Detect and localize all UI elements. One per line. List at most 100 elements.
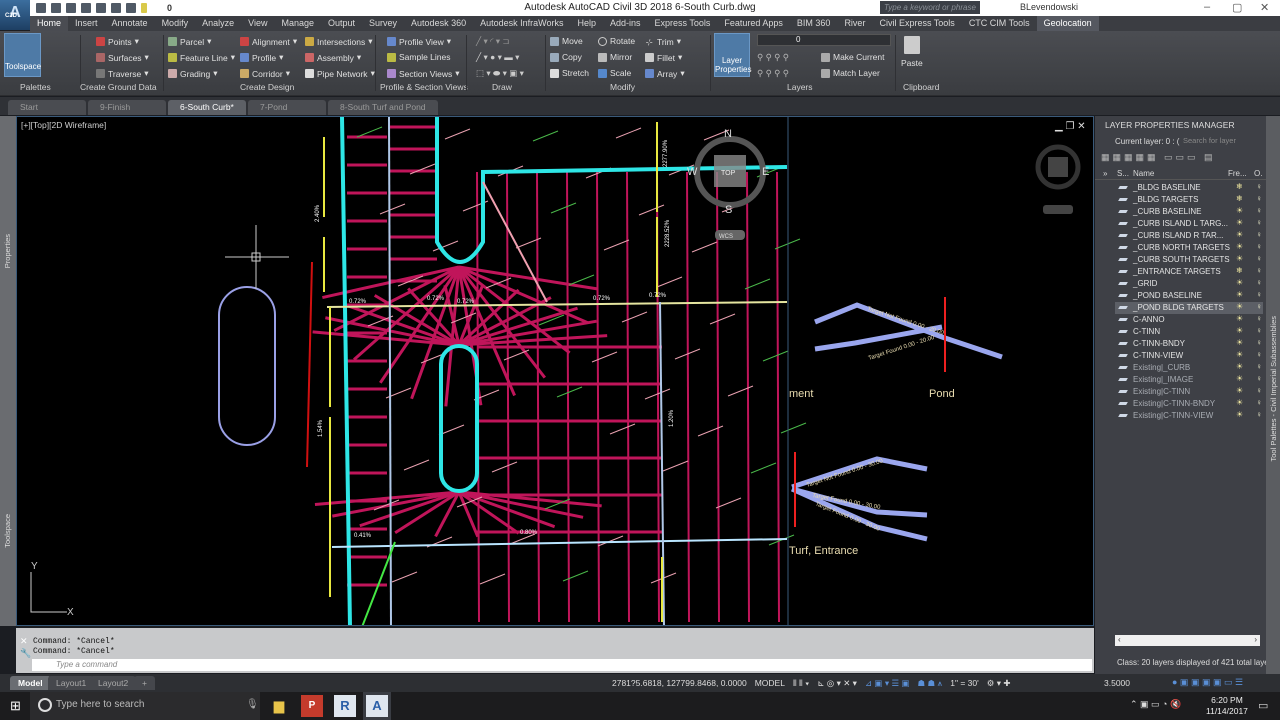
command-input[interactable]: Type a command	[32, 659, 1092, 671]
thaw-sun-icon[interactable]: ☀	[1236, 362, 1243, 371]
print-icon[interactable]	[81, 3, 91, 13]
ground-panel-label[interactable]: Create Ground Data	[80, 82, 157, 92]
lightbulb-icon[interactable]: ♀	[1256, 410, 1262, 419]
lightbulb-icon[interactable]: ♀	[1256, 254, 1262, 263]
freeze-icon[interactable]: ❄	[1236, 266, 1243, 275]
ribbon-tab-home[interactable]: Home	[30, 16, 69, 31]
thaw-sun-icon[interactable]: ☀	[1236, 398, 1243, 407]
profile-button[interactable]: Profile ▾	[240, 52, 283, 63]
lightbulb-icon[interactable]: ♀	[1256, 242, 1262, 251]
lightbulb-icon[interactable]: ♀	[1256, 230, 1262, 239]
layers-panel-label[interactable]: Layers	[787, 82, 813, 92]
grading-button[interactable]: Grading ▾	[168, 68, 218, 79]
lightbulb-icon[interactable]: ♀	[1256, 362, 1262, 371]
ribbon-tab-civil-express-tools[interactable]: Civil Express Tools	[872, 16, 961, 31]
lightbulb-icon[interactable]: ♀	[1256, 350, 1262, 359]
user-account[interactable]: BLevendowski	[1020, 2, 1078, 12]
grid-icon[interactable]: ⦀ ⦀ ▾	[793, 678, 809, 689]
new-icon[interactable]	[36, 3, 46, 13]
tab-layout1[interactable]: Layout1	[48, 676, 95, 690]
tool-palettes-tab[interactable]: Tool Palettes - Civil Imperial Subassemb…	[1269, 316, 1278, 461]
file-tab[interactable]: 8-South Turf and Pond	[328, 100, 438, 115]
lightbulb-icon[interactable]: ♀	[1256, 218, 1262, 227]
lightbulb-icon[interactable]: ♀	[1256, 182, 1262, 191]
layer-row[interactable]: _ENTRANCE TARGETS ❄ ♀	[1115, 266, 1263, 278]
tab-layout2[interactable]: Layout2	[90, 676, 137, 690]
horizontal-scrollbar[interactable]: ‹ ›	[1115, 635, 1260, 646]
ribbon-tab-autodesk-360[interactable]: Autodesk 360	[404, 16, 473, 31]
layer-row[interactable]: _CURB NORTH TARGETS ☀ ♀	[1115, 242, 1263, 254]
pipe-network-button[interactable]: Pipe Network ▾	[305, 68, 375, 79]
gear-icon[interactable]: ⚙ ▾ ✚	[987, 678, 1011, 689]
scale-button[interactable]: Scale	[598, 68, 631, 78]
layer-search-input[interactable]: Search for layer	[1181, 134, 1259, 146]
thaw-sun-icon[interactable]: ☀	[1236, 230, 1243, 239]
action-center-icon[interactable]: ▭	[1258, 699, 1268, 712]
search-input[interactable]: Type a keyword or phrase	[880, 1, 980, 14]
draw-panel-label[interactable]: Draw	[492, 82, 512, 92]
osnap-icon[interactable]: ⊿ ▣ ▾ ☰ ▣	[865, 678, 910, 689]
modify-panel-label[interactable]: Modify	[610, 82, 635, 92]
lightbulb-icon[interactable]: ♀	[1256, 266, 1262, 275]
status-column[interactable]: S...	[1117, 169, 1129, 178]
layer-row[interactable]: _GRID ☀ ♀	[1115, 278, 1263, 290]
name-column[interactable]: Name	[1133, 169, 1154, 178]
sample-lines-button[interactable]: Sample Lines	[387, 52, 451, 62]
fillet-button[interactable]: Fillet ▾	[645, 52, 682, 63]
mirror-button[interactable]: Mirror	[598, 52, 632, 62]
parcel-button[interactable]: Parcel ▾	[168, 36, 211, 47]
ribbon-tab-express-tools[interactable]: Express Tools	[648, 16, 718, 31]
alignment-button[interactable]: Alignment ▾	[240, 36, 297, 47]
layer-row[interactable]: _CURB SOUTH TARGETS ☀ ♀	[1115, 254, 1263, 266]
move-button[interactable]: Move	[550, 36, 583, 46]
close-command-icon[interactable]: ✕	[20, 636, 28, 647]
precision-readout[interactable]: 3.5000	[1104, 678, 1130, 688]
layer-row[interactable]: _POND BLDG TARGETS ☀ ♀	[1115, 302, 1263, 314]
revit-icon[interactable]: R	[334, 695, 356, 717]
ribbon-tab-help[interactable]: Help	[570, 16, 603, 31]
circle-icon[interactable]: ╱ ▾ ● ▾ ▬ ▾	[476, 52, 519, 63]
freeze-icon[interactable]: ❄	[1236, 194, 1243, 203]
ribbon-tab-analyze[interactable]: Analyze	[195, 16, 241, 31]
thaw-sun-icon[interactable]: ☀	[1236, 314, 1243, 323]
surfaces-button[interactable]: Surfaces ▾	[96, 52, 149, 63]
toolspace-palette-tab[interactable]: Toolspace	[3, 514, 12, 548]
on-column[interactable]: O.	[1254, 169, 1262, 178]
system-clock[interactable]: 6:20 PM 11/14/2017	[1206, 695, 1248, 717]
expand-icon[interactable]: »	[1103, 169, 1107, 178]
windows-start-icon[interactable]: ⊞	[10, 698, 21, 714]
thaw-sun-icon[interactable]: ☀	[1236, 410, 1243, 419]
thaw-sun-icon[interactable]: ☀	[1236, 386, 1243, 395]
taskbar-search[interactable]: Type here to search 🎙	[30, 692, 260, 720]
layer-row[interactable]: Existing|C-TINN ☀ ♀	[1115, 386, 1263, 398]
thaw-sun-icon[interactable]: ☀	[1236, 302, 1243, 311]
thaw-sun-icon[interactable]: ☀	[1236, 218, 1243, 227]
design-panel-label[interactable]: Create Design	[240, 82, 294, 92]
layer-properties-button[interactable]: Layer Properties	[714, 33, 751, 77]
layer-tools-icon[interactable]: ⚲ ⚲ ⚲ ⚲	[757, 52, 789, 63]
freeze-column[interactable]: Fre...	[1228, 169, 1247, 178]
layer-row[interactable]: Existing|_IMAGE ☀ ♀	[1115, 374, 1263, 386]
thaw-sun-icon[interactable]: ☀	[1236, 254, 1243, 263]
ribbon-tab-featured-apps[interactable]: Featured Apps	[717, 16, 790, 31]
layer-row[interactable]: _CURB ISLAND R TAR... ☀ ♀	[1115, 230, 1263, 242]
make-current-button[interactable]: Make Current	[821, 52, 885, 62]
layer-tools-icon-2[interactable]: ⚲ ⚲ ⚲ ⚲	[757, 68, 789, 79]
lightbulb-icon[interactable]	[141, 3, 147, 13]
lightbulb-icon[interactable]: ♀	[1256, 290, 1262, 299]
ribbon-tab-geolocation[interactable]: Geolocation	[1036, 16, 1099, 31]
assembly-button[interactable]: Assembly ▾	[305, 52, 361, 63]
copy-button[interactable]: Copy	[550, 52, 582, 62]
thaw-sun-icon[interactable]: ☀	[1236, 290, 1243, 299]
save-icon[interactable]	[66, 3, 76, 13]
thaw-sun-icon[interactable]: ☀	[1236, 326, 1243, 335]
add-layout-button[interactable]: +	[134, 676, 155, 690]
lightbulb-icon[interactable]: ♀	[1256, 386, 1262, 395]
application-menu-button[interactable]: A C3D	[0, 0, 30, 30]
profile-view-button[interactable]: Profile View ▾	[387, 36, 451, 47]
customize-wrench-icon[interactable]: 🔧	[20, 648, 31, 659]
lightbulb-icon[interactable]: ♀	[1256, 314, 1262, 323]
status-tray-icons[interactable]: ● ▣ ▣ ▣ ▣ ▭ ☰	[1172, 677, 1243, 688]
thaw-sun-icon[interactable]: ☀	[1236, 350, 1243, 359]
qat-layer[interactable]: 0	[167, 3, 172, 13]
